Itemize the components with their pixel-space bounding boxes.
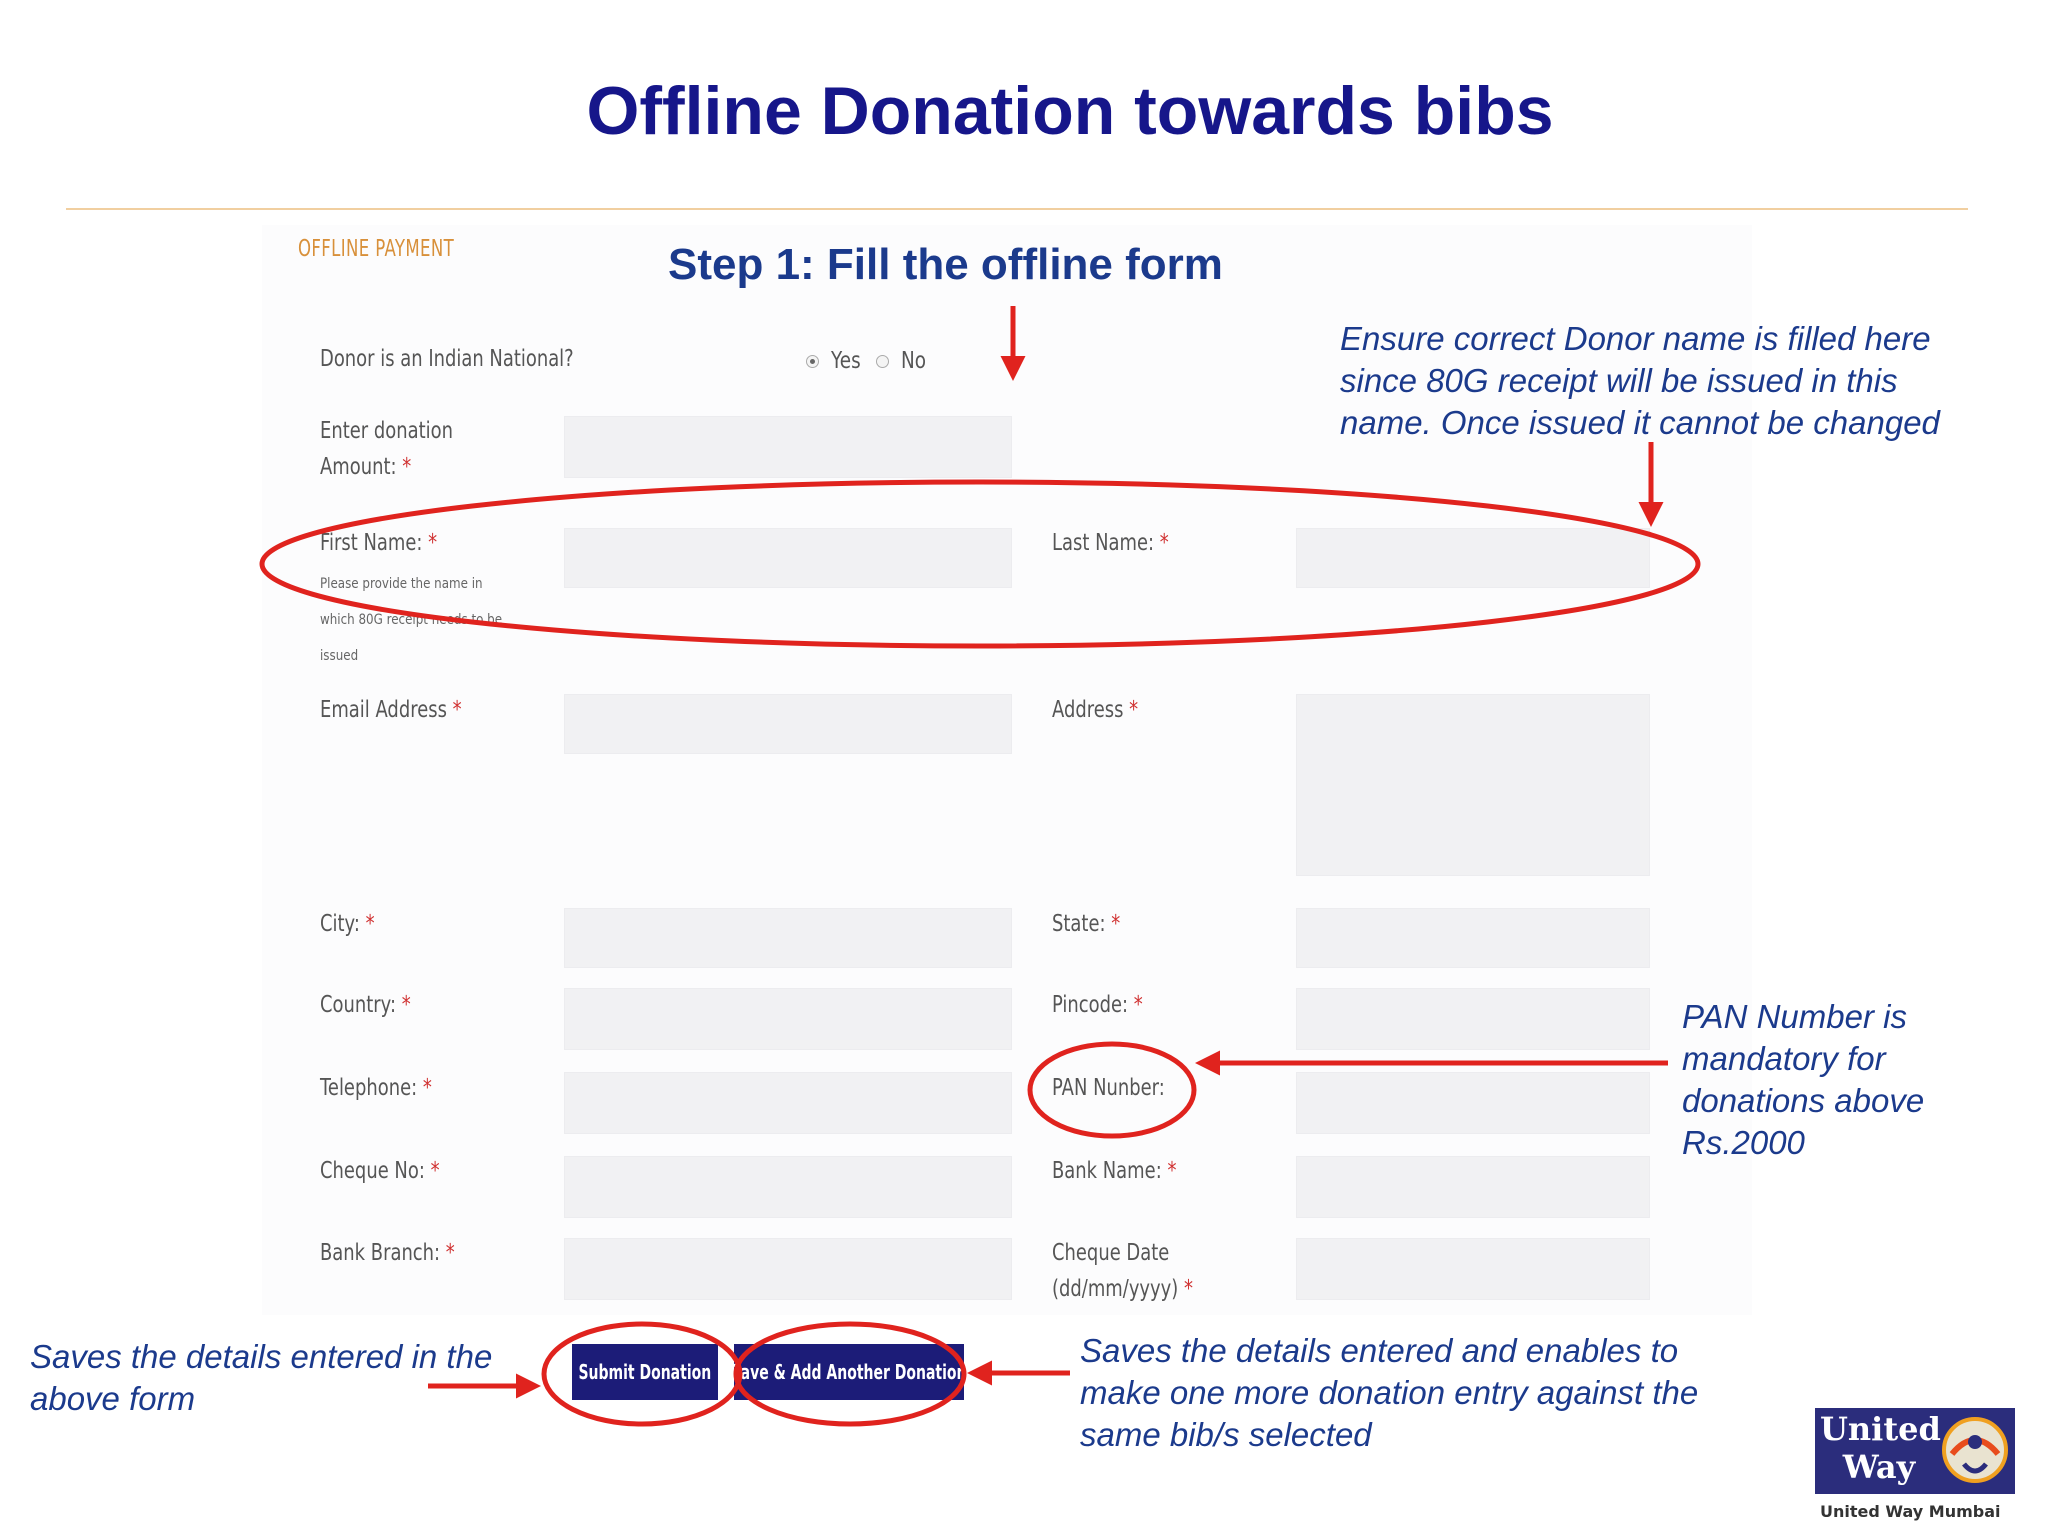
logo-caption: United Way Mumbai [1820,1502,2001,1521]
submit-button-highlight-ellipse [541,1321,743,1427]
name-fields-highlight-ellipse [259,479,1701,649]
logo-wordmark: United Way [1820,1410,1941,1486]
annotation-overlay [259,306,1701,1427]
save-add-button-highlight-ellipse [733,1321,967,1427]
united-way-emblem-icon [1942,1417,2008,1483]
pan-label-highlight-ellipse [1027,1041,1197,1139]
